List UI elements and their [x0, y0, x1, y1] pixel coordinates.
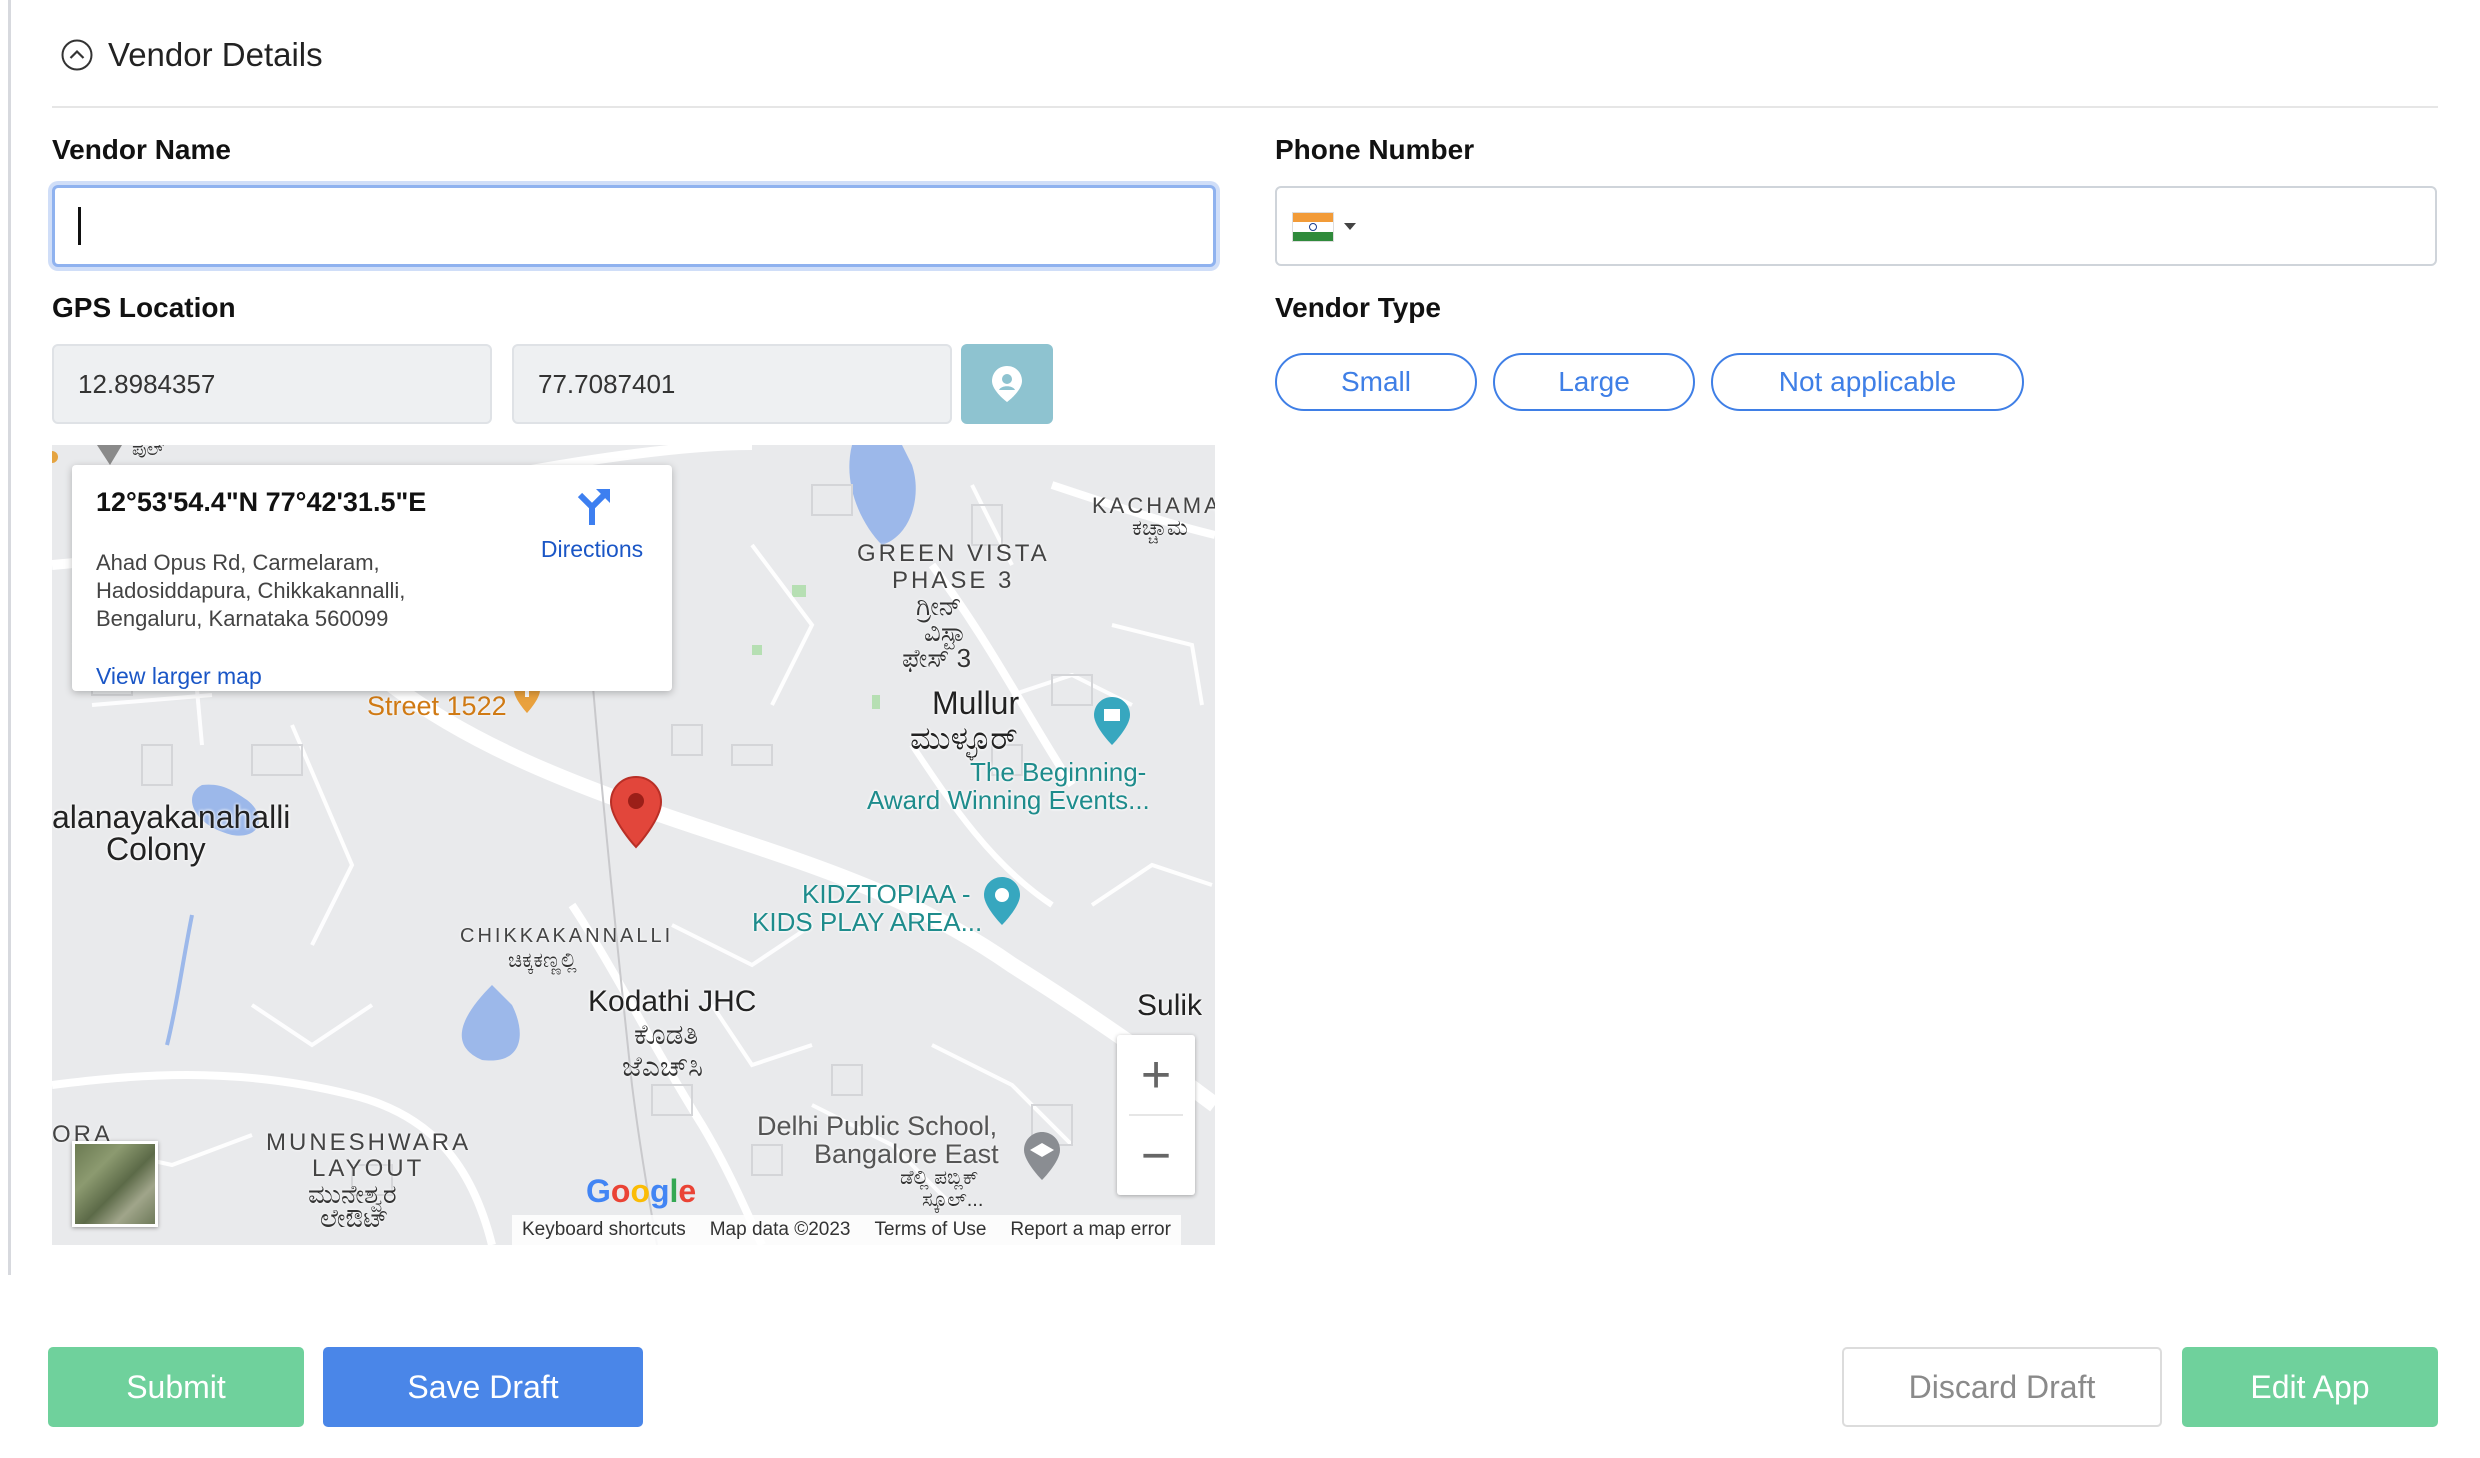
map-label: MUNESHWARA — [266, 1129, 472, 1156]
satellite-toggle[interactable] — [72, 1141, 158, 1227]
info-address: Ahad Opus Rd, Carmelaram, Hadosiddapura,… — [96, 550, 406, 631]
terms-of-use-link[interactable]: Terms of Use — [874, 1219, 986, 1241]
zoom-out-button[interactable]: − — [1117, 1116, 1195, 1195]
directions-link[interactable]: Directions — [522, 485, 662, 563]
map-view[interactable]: KACHAMAR ಕಚ್ಚಾಮ GREEN VISTA PHASE 3 ಗ್ರೀ… — [52, 445, 1215, 1245]
map-label: Colony — [106, 831, 206, 867]
map-label: ಚಿಕ್ಕಕಣ್ಣಲ್ಲಿ — [508, 949, 577, 972]
map-label: CHIKKAKANNALLI — [460, 925, 674, 947]
submit-button[interactable]: Submit — [48, 1347, 304, 1427]
vendor-name-label: Vendor Name — [52, 134, 231, 165]
google-logo: Google — [586, 1173, 697, 1209]
map-attribution: Keyboard shortcuts Map data ©2023 Terms … — [512, 1215, 1181, 1245]
map-label: GREEN VISTA — [857, 540, 1050, 567]
vendor-type-small[interactable]: Small — [1275, 353, 1477, 411]
country-selector[interactable] — [1292, 212, 1356, 242]
gps-location-label: GPS Location — [52, 292, 236, 323]
vendor-type-large[interactable]: Large — [1493, 353, 1695, 411]
map-label: Award Winning Events... — [867, 785, 1150, 815]
section-header[interactable]: Vendor Details — [60, 30, 323, 80]
section-title: Vendor Details — [108, 36, 323, 73]
map-label: Mullur — [932, 685, 1020, 721]
zoom-in-button[interactable]: + — [1117, 1035, 1195, 1114]
info-coordinates: 12°53'54.4"N 77°42'31.5"E — [96, 487, 427, 517]
vendor-name-input[interactable] — [52, 185, 1216, 267]
map-label: Sulik — [1137, 989, 1203, 1022]
vendor-type-not-applicable[interactable]: Not applicable — [1711, 353, 2024, 411]
directions-icon — [577, 489, 610, 525]
longitude-field[interactable]: 77.7087401 — [512, 344, 952, 424]
map-label: ಜೆಎಚ್‌ಸಿ — [622, 1051, 703, 1082]
map-label: ಕಚ್ಚಾಮ — [1132, 515, 1188, 540]
map-label: ಕೊಡತಿ — [634, 1019, 699, 1050]
latitude-field[interactable]: 12.8984357 — [52, 344, 492, 424]
kids-play-pin-icon — [984, 877, 1020, 925]
map-data-text: Map data ©2023 — [709, 1219, 851, 1240]
map-label: Street 1522 — [367, 691, 507, 721]
map-info-card: 12°53'54.4"N 77°42'31.5"E Ahad Opus Rd, … — [72, 465, 672, 691]
map-label: Bangalore East — [814, 1139, 999, 1169]
map-label: The Beginning- — [970, 757, 1147, 787]
divider — [52, 106, 2438, 108]
map-label: ಡೆಲ್ಲಿ ಪಬ್ಲಿಕ್ — [900, 1167, 979, 1189]
india-flag-icon — [1292, 212, 1334, 242]
edit-app-button[interactable]: Edit App — [2182, 1347, 2438, 1427]
event-pin-icon — [1094, 697, 1130, 745]
save-draft-button[interactable]: Save Draft — [323, 1347, 643, 1427]
map-label: Delhi Public School, — [757, 1111, 998, 1141]
map-label: Kodathi JHC — [588, 985, 757, 1018]
map-label: ಸ್ಕೂಲ್... — [922, 1189, 984, 1211]
map-pin-icon — [992, 366, 1022, 402]
text-caret — [78, 207, 81, 245]
map-label: ಪುಲ್ — [132, 445, 165, 459]
chevron-up-circle-icon[interactable] — [60, 38, 94, 72]
left-border — [8, 0, 11, 1275]
phone-number-label: Phone Number — [1275, 134, 1475, 165]
map-label: ಫೇಸ್ 3 — [902, 643, 972, 673]
map-label: ಮುಳ್ಳೂರ್ — [910, 720, 1018, 756]
location-marker-icon — [609, 775, 663, 849]
view-larger-map-link[interactable]: View larger map — [96, 663, 262, 690]
report-map-error-link[interactable]: Report a map error — [1010, 1219, 1171, 1241]
map-label: KIDS PLAY AREA... — [752, 907, 983, 937]
discard-draft-button[interactable]: Discard Draft — [1842, 1347, 2162, 1427]
phone-number-input[interactable] — [1275, 186, 2437, 266]
school-pin-icon — [1024, 1132, 1060, 1180]
map-label: KIDZTOPIAA - — [802, 879, 971, 909]
vendor-type-label: Vendor Type — [1275, 292, 1441, 323]
map-label: ಲೇಔಟ್ — [320, 1203, 389, 1233]
keyboard-shortcuts-link[interactable]: Keyboard shortcuts — [522, 1219, 686, 1241]
caret-down-icon — [1344, 223, 1356, 230]
locate-button[interactable] — [961, 344, 1053, 424]
zoom-controls: + − — [1117, 1035, 1195, 1195]
